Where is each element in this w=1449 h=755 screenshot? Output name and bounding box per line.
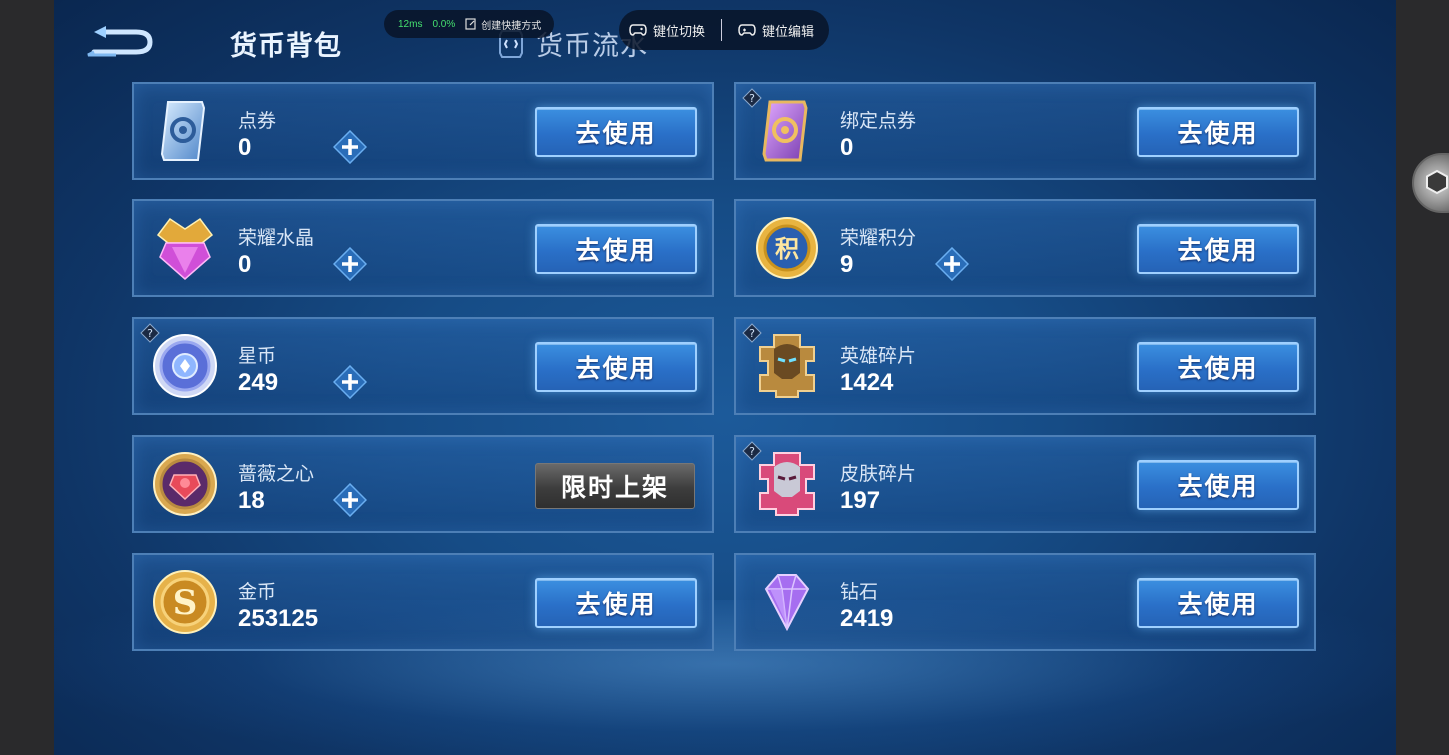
limited-time-button[interactable]: 限时上架 (535, 463, 695, 509)
currency-name: 蔷薇之心 (238, 464, 315, 485)
currency-amount: 249 (238, 369, 279, 396)
skin-fragment-icon (759, 452, 815, 516)
add-rose-heart-button[interactable] (333, 483, 367, 517)
diamond-icon (764, 574, 810, 632)
currency-amount: 1424 (840, 369, 894, 396)
gamepad-icon (629, 24, 647, 36)
svg-text:S: S (173, 583, 198, 623)
currency-card-voucher: 点券 0 去使用 (132, 82, 714, 180)
glory-points-icon: 积 (756, 217, 818, 279)
currency-name: 英雄碎片 (840, 346, 917, 367)
currency-amount: 9 (840, 251, 854, 278)
currency-name: 荣耀水晶 (238, 228, 315, 249)
star-coin-icon (153, 334, 217, 398)
svg-text:积: 积 (775, 235, 799, 263)
gold-coin-icon: S (153, 570, 217, 634)
floating-side-handle[interactable] (1412, 153, 1449, 213)
add-glory-points-button[interactable] (935, 247, 969, 281)
back-button[interactable] (86, 22, 158, 60)
use-bound-voucher-button[interactable]: 去使用 (1137, 107, 1299, 157)
glory-crystal-icon (156, 217, 214, 280)
currency-amount: 253125 (238, 605, 319, 632)
create-shortcut-button[interactable]: 创建快捷方式 (465, 17, 541, 32)
currency-screen: 货币背包 货币流水 12ms 0.0% 创建快捷方式 键位切换 键位编辑 点券 … (54, 0, 1396, 755)
latency-readout: 12ms (398, 18, 423, 30)
currency-name: 钻石 (840, 582, 879, 603)
currency-amount: 197 (840, 487, 881, 514)
currency-name: 星币 (238, 346, 277, 367)
use-glory-points-button[interactable]: 去使用 (1137, 224, 1299, 274)
shortcut-icon (465, 18, 476, 30)
hero-fragment-icon (759, 334, 815, 398)
currency-name: 荣耀积分 (840, 228, 917, 249)
currency-card-glory-points: 积 荣耀积分 9 去使用 (734, 199, 1316, 297)
add-voucher-button[interactable] (333, 130, 367, 164)
currency-amount: 2419 (840, 605, 894, 632)
hexagon-icon (1426, 169, 1448, 195)
bound-voucher-card-icon (762, 100, 808, 162)
currency-card-star-coin: ? 星币 249 去使用 (132, 317, 714, 415)
use-star-coin-button[interactable]: 去使用 (535, 342, 697, 392)
currency-card-skin-fragment: ? 皮肤碎片 197 去使用 (734, 435, 1316, 533)
key-switch-label: 键位切换 (653, 23, 706, 39)
currency-name: 金币 (238, 582, 277, 603)
currency-name: 绑定点券 (840, 111, 917, 132)
rose-heart-icon (153, 452, 217, 516)
gamepad-edit-icon (738, 24, 756, 36)
use-hero-fragment-button[interactable]: 去使用 (1137, 342, 1299, 392)
cpu-readout: 0.0% (432, 18, 456, 30)
currency-card-gold-coin: S 金币 253125 去使用 (132, 553, 714, 651)
key-switch-button[interactable]: 键位切换 (629, 21, 705, 40)
currency-amount: 0 (238, 134, 252, 161)
currency-card-rose-heart: 蔷薇之心 18 限时上架 (132, 435, 714, 533)
currency-card-bound-voucher: ? 绑定点券 0 去使用 (734, 82, 1316, 180)
tab-currency-bag[interactable]: 货币背包 (230, 24, 342, 63)
currency-amount: 18 (238, 487, 265, 514)
currency-card-glory-crystal: 荣耀水晶 0 去使用 (132, 199, 714, 297)
currency-card-diamond: 钻石 2419 去使用 (734, 553, 1316, 651)
use-voucher-button[interactable]: 去使用 (535, 107, 697, 157)
key-mapping-toolbar: 键位切换 键位编辑 (619, 10, 829, 50)
back-arrow-icon (87, 26, 153, 57)
currency-amount: 0 (840, 134, 854, 161)
use-glory-crystal-button[interactable]: 去使用 (535, 224, 697, 274)
currency-name: 皮肤碎片 (840, 464, 917, 485)
key-edit-label: 键位编辑 (762, 23, 815, 39)
key-edit-button[interactable]: 键位编辑 (738, 21, 814, 40)
currency-amount: 0 (238, 251, 252, 278)
create-shortcut-label: 创建快捷方式 (481, 20, 542, 32)
use-diamond-button[interactable]: 去使用 (1137, 578, 1299, 628)
use-gold-coin-button[interactable]: 去使用 (535, 578, 697, 628)
voucher-card-icon (160, 101, 206, 161)
add-glory-crystal-button[interactable] (333, 247, 367, 281)
toolbar-divider (721, 19, 723, 41)
use-skin-fragment-button[interactable]: 去使用 (1137, 460, 1299, 510)
currency-name: 点券 (238, 111, 277, 132)
performance-overlay: 12ms 0.0% 创建快捷方式 (384, 10, 554, 38)
add-star-coin-button[interactable] (333, 365, 367, 399)
currency-card-hero-fragment: ? 英雄碎片 1424 去使用 (734, 317, 1316, 415)
